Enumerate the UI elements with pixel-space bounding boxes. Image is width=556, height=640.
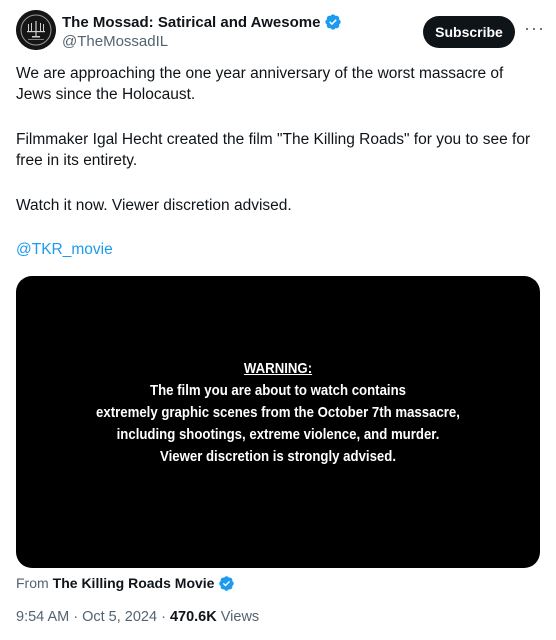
tweet-date[interactable]: Oct 5, 2024 [82,609,157,625]
warning-line: The film you are about to watch contains [150,382,406,399]
mention-link[interactable]: @TKR_movie [16,239,113,260]
subscribe-button[interactable]: Subscribe [423,16,515,48]
tweet-meta: 9:54 AM · Oct 5, 2024 · 470.6K Views [16,609,259,625]
display-name-row: The Mossad: Satirical and Awesome [62,12,342,32]
more-options-icon[interactable]: ··· [524,18,544,42]
warning-card: WARNING: The film you are about to watch… [47,358,508,468]
tweet-paragraph: We are approaching the one year annivers… [16,65,504,103]
views-count: 470.6K [169,609,217,625]
verified-badge-icon [219,575,235,591]
meta-separator: · [69,609,83,625]
tweet-header: The Mossad: Satirical and Awesome @TheMo… [16,10,544,54]
verified-badge-icon[interactable] [324,13,342,31]
avatar[interactable] [16,10,56,50]
warning-title: WARNING: [243,360,313,377]
views-label: Views [220,609,260,625]
media-source: From The Killing Roads Movie [16,573,235,593]
author-names: The Mossad: Satirical and Awesome @TheMo… [62,12,342,50]
tweet-paragraph: Watch it now. Viewer discretion advised. [16,197,292,214]
tweet-paragraph: Filmmaker Igal Hecht created the film "T… [16,131,531,169]
source-name-link[interactable]: The Killing Roads Movie [53,575,215,591]
menorah-emblem-icon [16,10,56,50]
warning-line: including shootings, extreme violence, a… [116,426,440,443]
meta-separator: · [157,609,170,625]
source-prefix: From [16,575,49,591]
tweet-time[interactable]: 9:54 AM [16,609,69,625]
author-handle[interactable]: @TheMossadIL [62,33,342,50]
warning-line: Viewer discretion is strongly advised. [160,448,396,465]
warning-line: extremely graphic scenes from the Octobe… [96,404,460,421]
display-name[interactable]: The Mossad: Satirical and Awesome [62,14,320,31]
video-player[interactable]: WARNING: The film you are about to watch… [16,276,540,568]
